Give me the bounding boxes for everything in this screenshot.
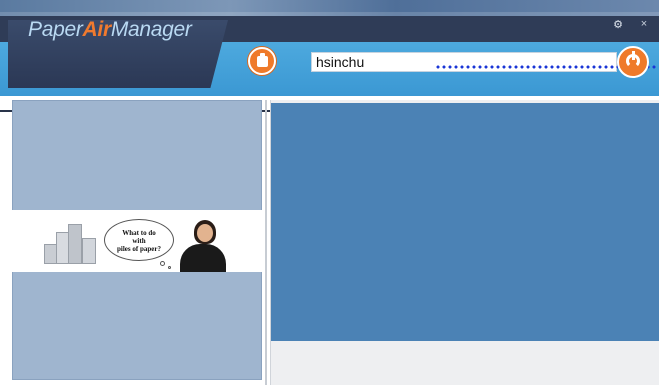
bubble-line-2: with (132, 237, 146, 245)
logo-text-paper: Paper (28, 18, 83, 41)
close-icon[interactable]: × (638, 18, 650, 30)
bubble-line-3: piles of paper? (117, 245, 161, 253)
window-title-strip (0, 0, 659, 16)
scanner-icon (257, 53, 268, 67)
scan-button[interactable] (248, 47, 276, 75)
thinking-person-illustration (174, 216, 230, 272)
logo-text-manager: Manager (110, 18, 192, 41)
thought-bubble: What to do with piles of paper? (104, 219, 174, 261)
document-preview-area (271, 103, 659, 341)
bubble-line-1: What to do (122, 229, 156, 237)
logo-text-air: Air (82, 18, 112, 41)
gear-icon[interactable]: ⚙ (612, 19, 624, 31)
paper-stacks-illustration (44, 222, 100, 264)
search-input[interactable]: hsinchu (311, 52, 617, 72)
pane-divider[interactable] (265, 100, 267, 385)
app-logo: PaperAirManager (28, 18, 192, 46)
promo-banner: What to do with piles of paper? (12, 210, 262, 272)
power-button[interactable] (617, 46, 649, 78)
